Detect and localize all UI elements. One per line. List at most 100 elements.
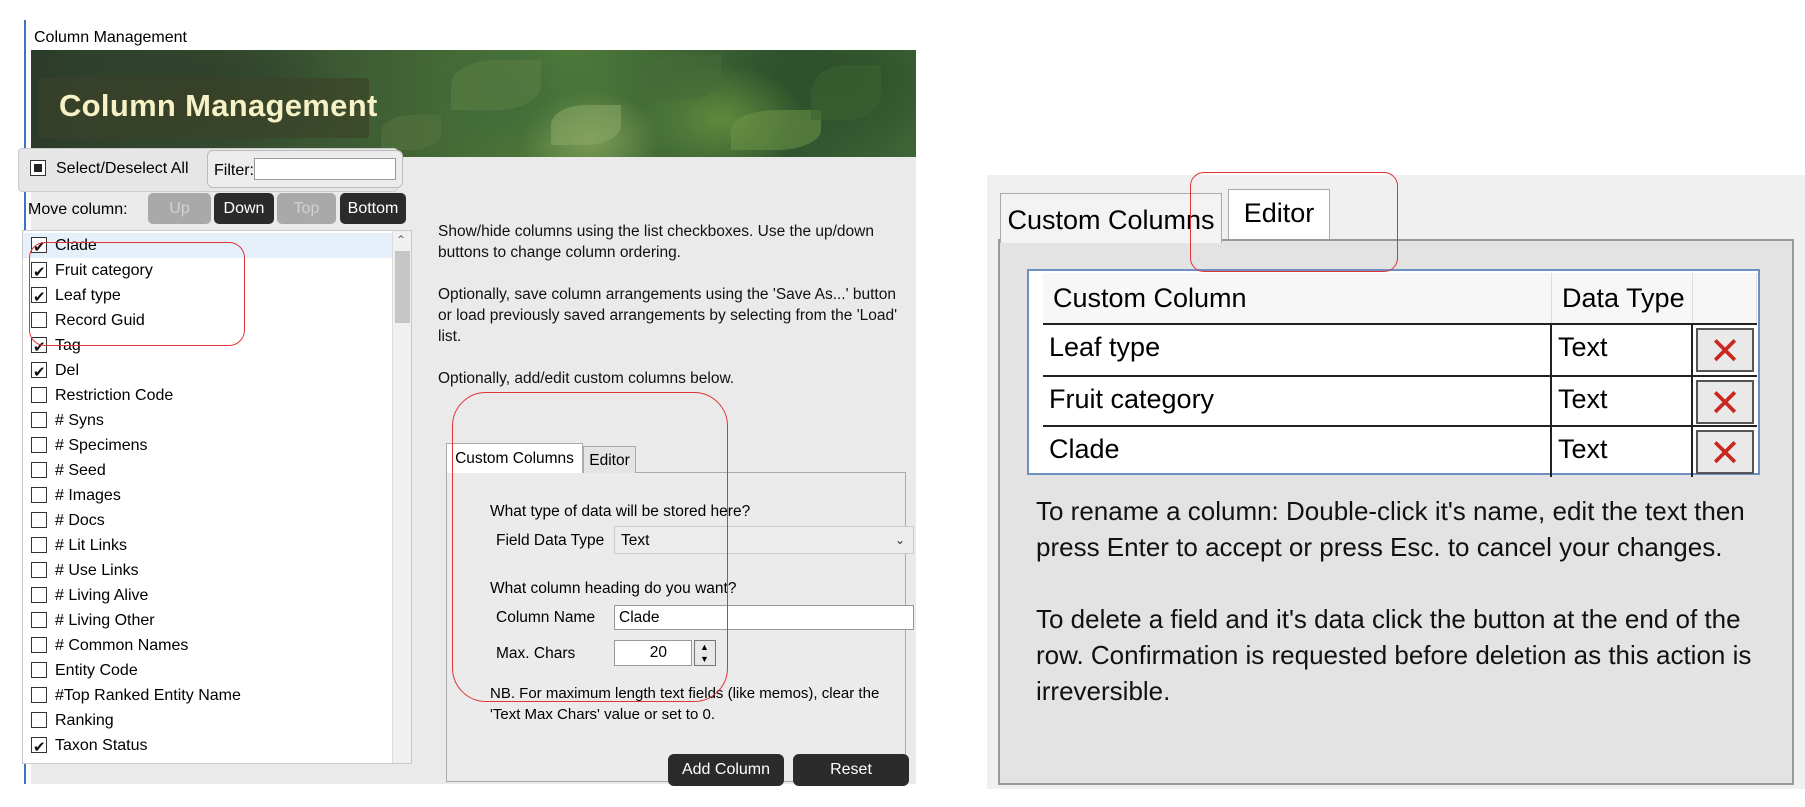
column-list-item[interactable]: Leaf type: [23, 283, 393, 310]
select-all-checkbox[interactable]: [30, 160, 46, 176]
table-row[interactable]: Leaf type Text ✕: [1043, 323, 1757, 375]
data-type-question: What type of data will be stored here?: [490, 503, 751, 520]
column-list-item[interactable]: Tag: [23, 333, 393, 360]
move-column-label: Move column:: [28, 201, 128, 218]
column-header-delete: [1693, 273, 1757, 323]
move-bottom-button[interactable]: Bottom: [340, 193, 406, 224]
column-label: # Use Links: [55, 562, 139, 579]
column-checkbox[interactable]: [31, 662, 47, 678]
nb-note: NB. For maximum length text fields (like…: [490, 685, 880, 723]
triangle-down-icon[interactable]: ▼: [700, 654, 709, 664]
column-name-label: Column Name: [496, 609, 596, 626]
column-list-item[interactable]: Restriction Code: [23, 383, 393, 408]
column-checkbox[interactable]: [31, 437, 47, 453]
list-scrollbar[interactable]: ⌃: [392, 231, 411, 763]
editor-help-paragraph: To delete a field and it's data click th…: [1036, 604, 1752, 706]
column-list-item[interactable]: # Syns: [23, 408, 393, 433]
tab-editor[interactable]: Editor: [583, 446, 636, 473]
column-list-item[interactable]: Record Guid: [23, 308, 393, 333]
delete-row-button[interactable]: ✕: [1696, 328, 1754, 372]
close-x-icon: ✕: [1709, 431, 1741, 475]
column-list-item[interactable]: Fruit category: [23, 258, 393, 285]
custom-column-type[interactable]: Text: [1552, 427, 1693, 477]
column-checkbox[interactable]: [31, 687, 47, 703]
custom-column-name[interactable]: Clade: [1043, 427, 1552, 477]
scroll-thumb[interactable]: [395, 251, 410, 323]
custom-column-name[interactable]: Fruit category: [1043, 377, 1552, 427]
column-checkbox[interactable]: [31, 735, 47, 760]
column-checkbox[interactable]: [31, 612, 47, 628]
move-top-button[interactable]: Top: [277, 193, 336, 224]
column-checkbox[interactable]: [31, 387, 47, 403]
custom-column-type[interactable]: Text: [1552, 377, 1693, 427]
move-up-button[interactable]: Up: [148, 193, 211, 224]
column-list-item[interactable]: Clade: [23, 233, 393, 260]
column-list-item[interactable]: # Common Names: [23, 633, 393, 658]
column-header-custom-column[interactable]: Custom Column: [1043, 273, 1552, 323]
max-chars-stepper[interactable]: ▲ ▼: [694, 640, 716, 666]
help-text: Show/hide columns using the list checkbo…: [438, 221, 898, 410]
column-list-item[interactable]: Taxon Status: [23, 733, 393, 760]
column-checkbox[interactable]: [31, 285, 47, 310]
field-data-type-select[interactable]: Text ⌄: [614, 526, 914, 554]
window-title: Column Management: [34, 29, 187, 46]
column-list-item[interactable]: # Living Alive: [23, 583, 393, 608]
column-list-item[interactable]: # Lit Links: [23, 533, 393, 558]
column-checkbox[interactable]: [31, 462, 47, 478]
column-checkbox[interactable]: [31, 637, 47, 653]
column-checkbox[interactable]: [31, 360, 47, 385]
column-list-item[interactable]: Ranking: [23, 708, 393, 733]
table-row[interactable]: Fruit category Text ✕: [1043, 375, 1757, 427]
column-list-item[interactable]: Entity Code: [23, 658, 393, 683]
delete-row-button[interactable]: ✕: [1696, 380, 1754, 424]
tab-editor[interactable]: Editor: [1228, 189, 1330, 239]
column-list-item[interactable]: # Living Other: [23, 608, 393, 633]
column-checkbox[interactable]: [31, 487, 47, 503]
column-list-item[interactable]: # Seed: [23, 458, 393, 483]
column-list-item[interactable]: Del: [23, 358, 393, 385]
column-list-item[interactable]: # Specimens: [23, 433, 393, 458]
column-name-input[interactable]: [614, 605, 914, 630]
column-header-data-type[interactable]: Data Type: [1552, 273, 1693, 323]
column-heading-question: What column heading do you want?: [490, 580, 737, 597]
column-checkbox[interactable]: [31, 712, 47, 728]
table-row[interactable]: Clade Text ✕: [1043, 425, 1757, 477]
column-label: # Common Names: [55, 637, 189, 654]
column-checkbox[interactable]: [31, 260, 47, 285]
column-checkbox[interactable]: [31, 335, 47, 360]
banner: Column Management: [31, 50, 916, 157]
move-down-button[interactable]: Down: [214, 193, 274, 224]
column-checkbox[interactable]: [31, 562, 47, 578]
column-label: # Seed: [55, 462, 106, 479]
column-checkbox[interactable]: [31, 412, 47, 428]
tab-custom-columns[interactable]: Custom Columns: [446, 443, 583, 473]
delete-row-button[interactable]: ✕: [1696, 430, 1754, 474]
tab-custom-columns[interactable]: Custom Columns: [1000, 193, 1222, 243]
reset-button[interactable]: Reset: [793, 754, 909, 786]
custom-column-name[interactable]: Leaf type: [1043, 325, 1552, 375]
column-checkbox[interactable]: [31, 537, 47, 553]
custom-column-type[interactable]: Text: [1552, 325, 1693, 375]
max-chars-input[interactable]: 20: [614, 640, 692, 666]
banner-title: Column Management: [59, 88, 378, 123]
chevron-up-icon[interactable]: ⌃: [396, 233, 406, 247]
select-all-label[interactable]: Select/Deselect All: [56, 160, 189, 178]
column-label: # Living Alive: [55, 587, 149, 604]
help-paragraph: Optionally, save column arrangements usi…: [438, 286, 898, 345]
column-list: Clade Fruit category Leaf type Record Gu…: [22, 230, 412, 764]
filter-input[interactable]: [254, 158, 396, 180]
column-list-item[interactable]: # Use Links: [23, 558, 393, 583]
column-list-item[interactable]: # Images: [23, 483, 393, 508]
column-list-item[interactable]: #Top Ranked Entity Name: [23, 683, 393, 708]
column-list-item[interactable]: # Docs: [23, 508, 393, 533]
column-checkbox[interactable]: [31, 312, 47, 328]
add-column-button[interactable]: Add Column: [668, 754, 784, 786]
column-checkbox[interactable]: [31, 512, 47, 528]
triangle-up-icon[interactable]: ▲: [700, 642, 709, 652]
column-checkbox[interactable]: [31, 587, 47, 603]
editor-panel-zoom: Custom Columns Editor Custom Column Data…: [987, 175, 1805, 789]
custom-columns-grid: Custom Column Data Type Leaf type Text ✕…: [1027, 269, 1760, 477]
column-checkbox[interactable]: [31, 235, 47, 260]
column-label: # Specimens: [55, 437, 148, 454]
field-data-type-label: Field Data Type: [496, 532, 605, 549]
